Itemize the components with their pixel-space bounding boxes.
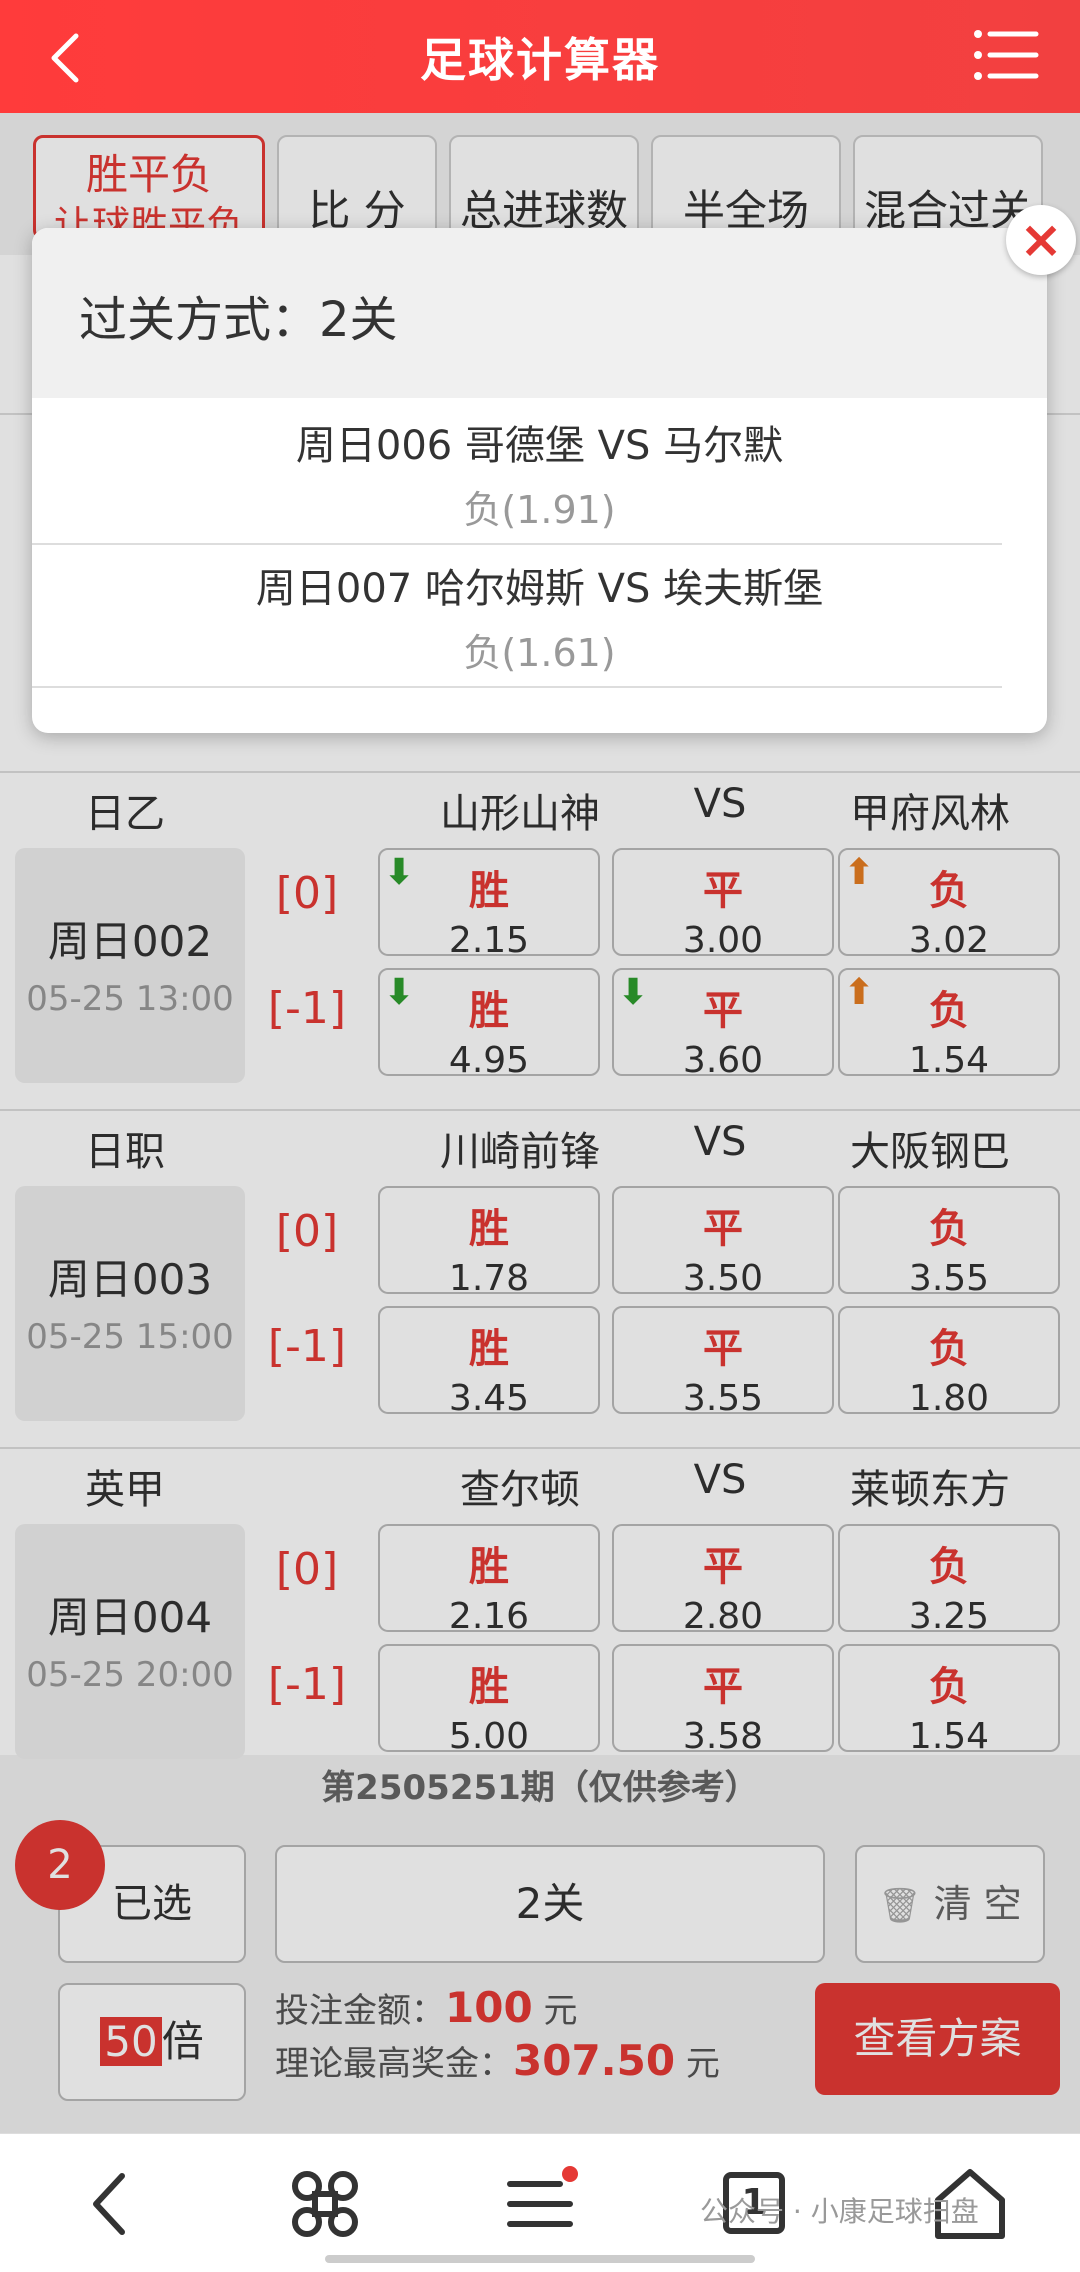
modal-item: 周日006 哥德堡 VS 马尔默 负(1.91) bbox=[32, 413, 1047, 534]
modal-item-teams: 周日006 哥德堡 VS 马尔默 bbox=[295, 423, 784, 469]
command-icon[interactable] bbox=[285, 2164, 365, 2244]
watermark: 公众号 · 小康足球扫盘 bbox=[700, 2195, 979, 2228]
menu-icon[interactable] bbox=[500, 2164, 580, 2244]
divider bbox=[32, 686, 1002, 688]
modal-item: 周日007 哈尔姆斯 VS 埃夫斯堡 负(1.61) bbox=[32, 556, 1047, 677]
modal-item-pick: 负(1.91) bbox=[463, 488, 616, 532]
back-nav-icon[interactable] bbox=[70, 2164, 150, 2244]
home-indicator[interactable] bbox=[325, 2255, 755, 2263]
header: 足球计算器 bbox=[0, 0, 1080, 113]
modal-title: 过关方式：2关 bbox=[32, 228, 1047, 398]
divider bbox=[32, 543, 1002, 545]
modal-item-pick: 负(1.61) bbox=[463, 631, 616, 675]
pass-detail-modal: 过关方式：2关 周日006 哥德堡 VS 马尔默 负(1.91) 周日007 哈… bbox=[32, 228, 1047, 733]
modal-item-teams: 周日007 哈尔姆斯 VS 埃夫斯堡 bbox=[255, 566, 824, 612]
menu-list-icon[interactable] bbox=[970, 22, 1040, 88]
close-icon[interactable]: × bbox=[1006, 205, 1076, 275]
page-title: 足球计算器 bbox=[420, 33, 660, 87]
